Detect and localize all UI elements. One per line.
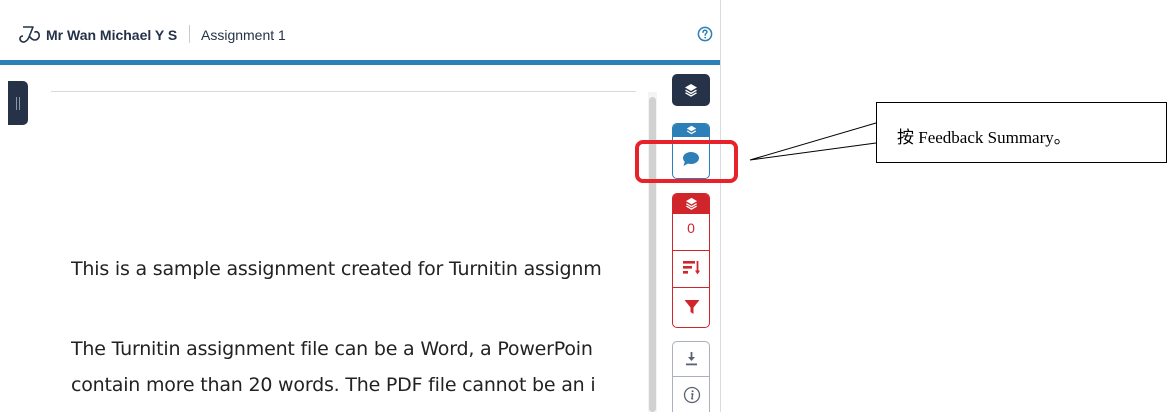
callout-pointer [749,122,877,161]
highlight-box [635,140,738,183]
callout-text: 按 Feedback Summary。 [897,128,1071,147]
